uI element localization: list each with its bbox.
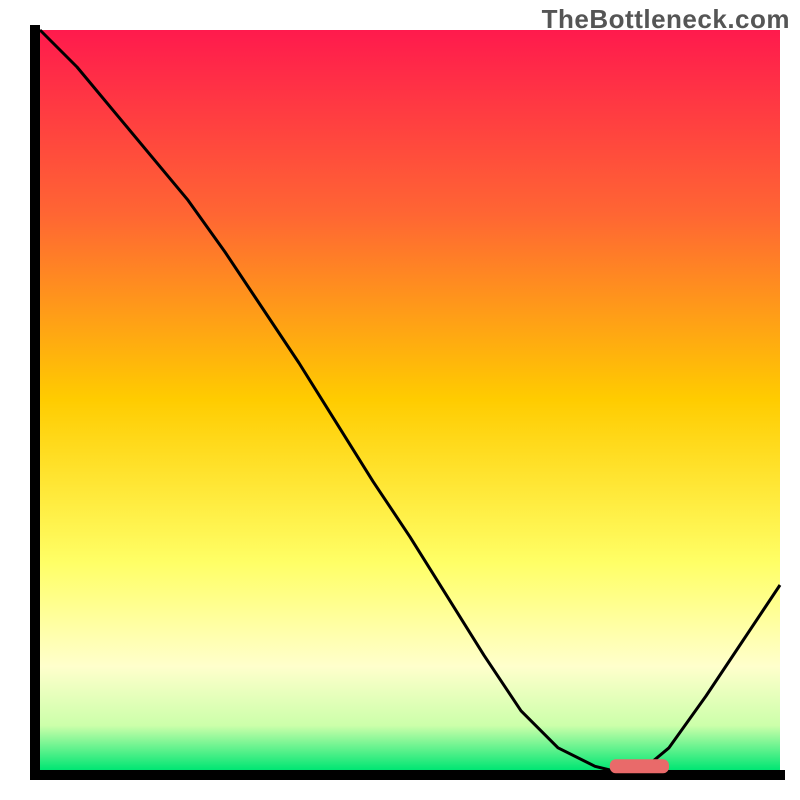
optimal-range-marker: [610, 759, 669, 773]
watermark-text: TheBottleneck.com: [542, 4, 790, 35]
bottleneck-chart: [0, 0, 800, 800]
x-axis: [30, 770, 785, 780]
y-axis: [30, 25, 40, 780]
plot-background: [40, 30, 780, 770]
chart-container: TheBottleneck.com: [0, 0, 800, 800]
